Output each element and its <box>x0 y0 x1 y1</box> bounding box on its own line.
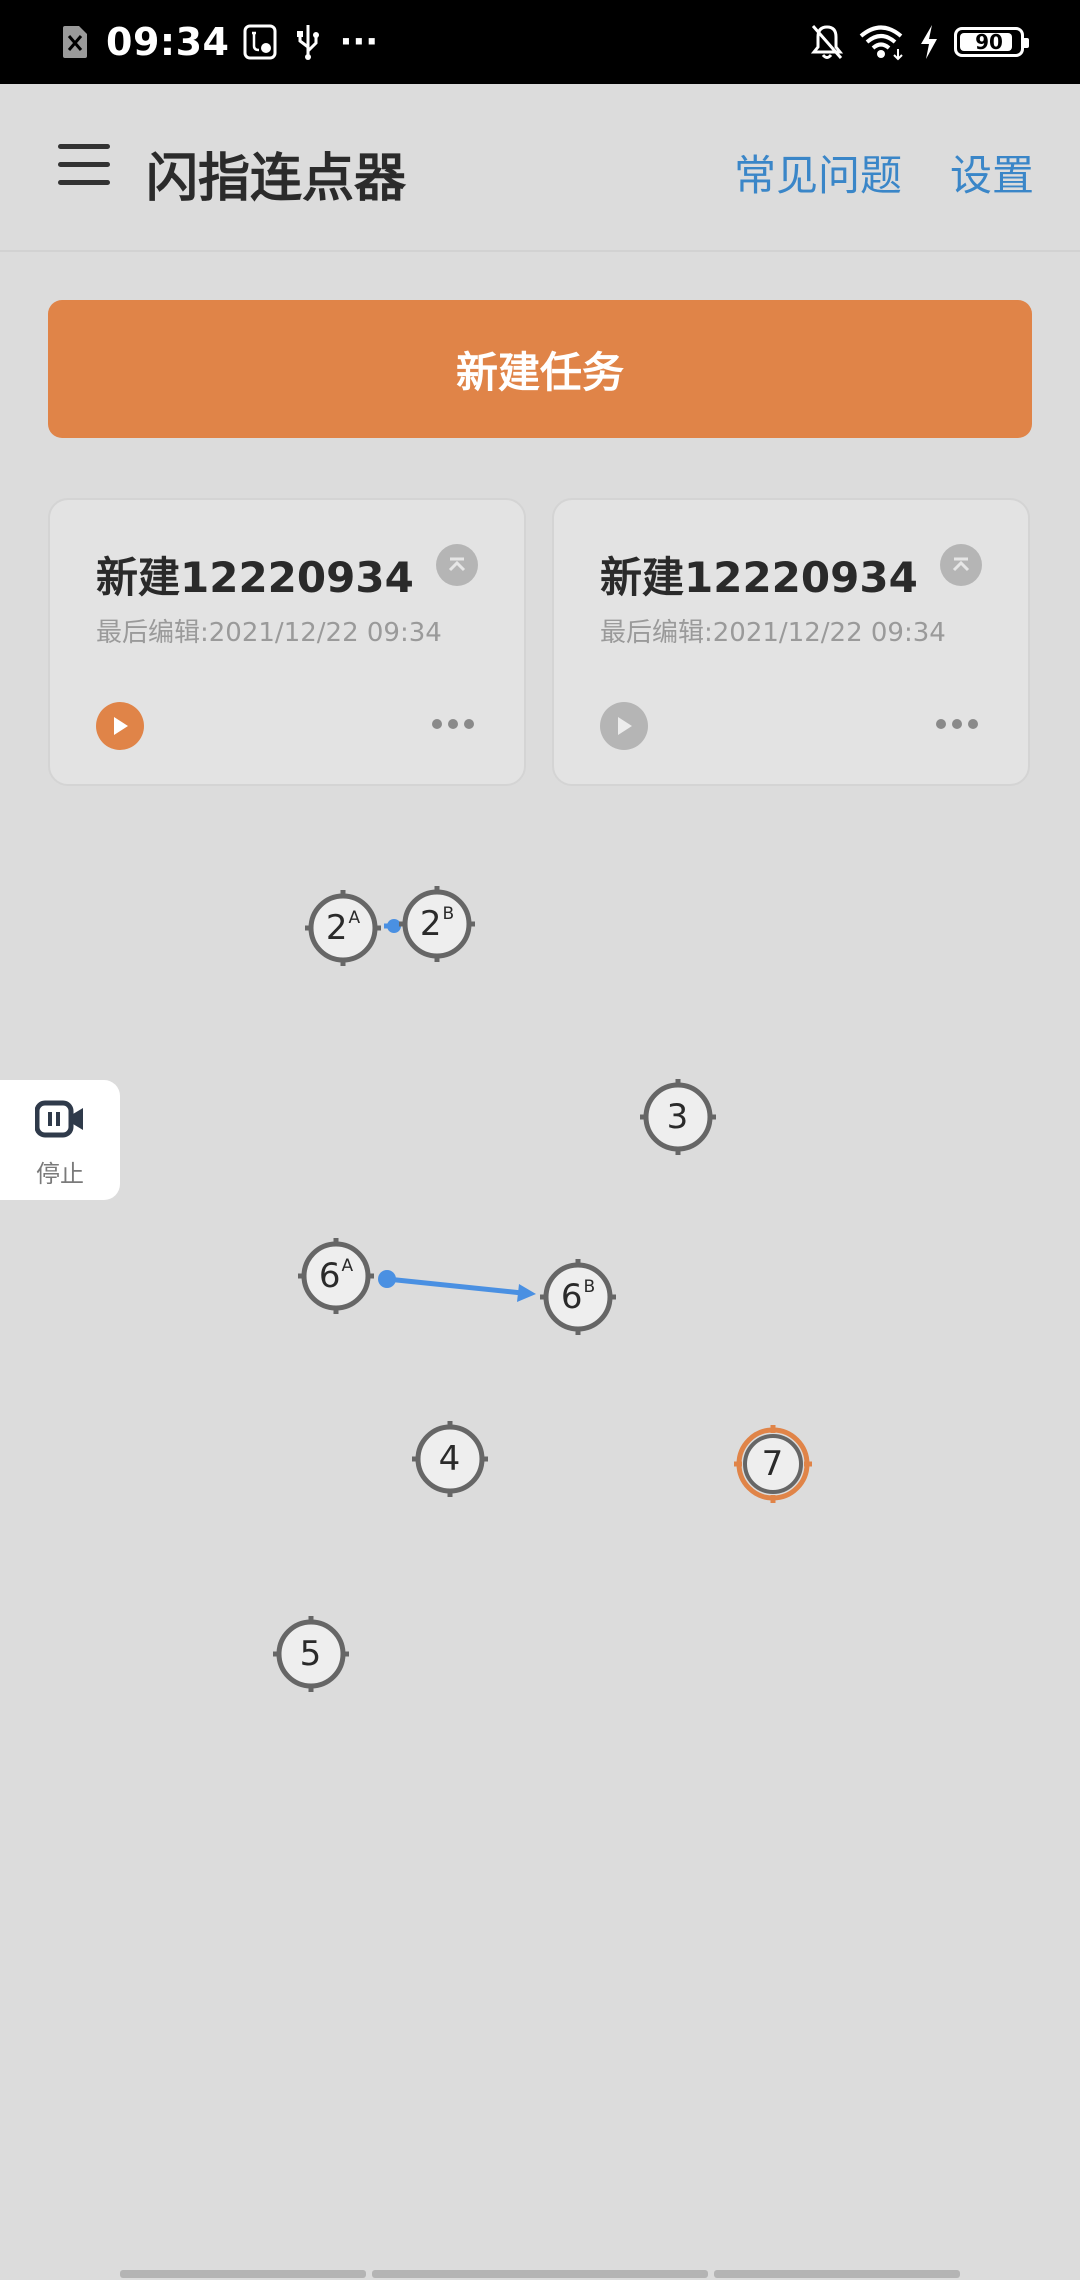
target-number: 2 <box>325 908 348 948</box>
target-number: 4 <box>438 1439 461 1479</box>
click-target-2b[interactable]: 2B <box>397 884 477 964</box>
target-number: 2 <box>419 904 442 944</box>
target-sub: A <box>348 908 361 928</box>
pause-record-icon <box>34 1100 85 1138</box>
nav-hint-bar <box>714 2270 960 2278</box>
nav-hint-bar <box>120 2270 366 2278</box>
nav-hint-bar <box>372 2270 708 2278</box>
target-sub: A <box>341 1256 354 1276</box>
target-number: 6 <box>560 1277 583 1317</box>
click-target-6b[interactable]: 6B <box>538 1257 618 1337</box>
stop-label: 停止 <box>36 1160 84 1188</box>
stop-control-button[interactable]: 停止 <box>0 1080 120 1200</box>
swipe-line-6 <box>378 1270 536 1302</box>
click-target-4[interactable]: 4 <box>410 1419 490 1499</box>
click-target-5[interactable]: 5 <box>271 1614 351 1694</box>
click-target-3[interactable]: 3 <box>638 1077 718 1157</box>
target-number: 5 <box>299 1634 322 1674</box>
click-target-2a[interactable]: 2A <box>303 888 383 968</box>
click-target-6a[interactable]: 6A <box>296 1236 376 1316</box>
target-number: 7 <box>761 1444 784 1484</box>
swipe-links <box>378 919 536 1302</box>
click-target-7-selected[interactable]: 7 <box>733 1424 813 1504</box>
target-sub: B <box>442 904 455 924</box>
target-number: 6 <box>318 1256 341 1296</box>
target-sub: B <box>583 1277 596 1297</box>
target-number: 3 <box>666 1097 689 1137</box>
